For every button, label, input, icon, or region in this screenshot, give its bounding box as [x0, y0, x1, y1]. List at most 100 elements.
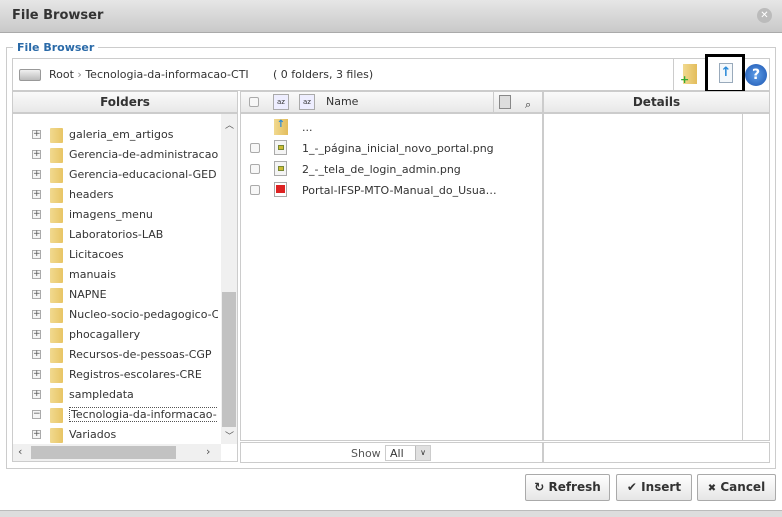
- folder-tree-item[interactable]: + Nucleo-socio-pedagogico-C: [13, 305, 218, 325]
- h-scrollbar-thumb[interactable]: [31, 446, 176, 459]
- scroll-down-icon[interactable]: ﹀: [225, 429, 234, 442]
- scroll-left-icon[interactable]: ‹: [18, 445, 22, 458]
- insert-label: Insert: [641, 480, 682, 494]
- insert-button[interactable]: ✔ Insert: [616, 474, 692, 501]
- folder-label: galeria_em_artigos: [69, 128, 174, 141]
- file-row[interactable]: 2_-_tela_de_login_admin.png: [241, 159, 541, 179]
- folder-tree-item[interactable]: + headers: [13, 185, 218, 205]
- expand-icon[interactable]: +: [32, 270, 41, 279]
- folder-icon: [50, 308, 63, 323]
- folder-icon: [50, 248, 63, 263]
- folder-label: headers: [69, 188, 114, 201]
- select-all-checkbox[interactable]: [249, 97, 259, 107]
- file-list: ↑ ... 1_-_página_inicial_novo_portal.png…: [240, 113, 543, 441]
- folder-tree-item[interactable]: + Licitacoes: [13, 245, 218, 265]
- new-folder-icon: +: [680, 64, 697, 86]
- tree-vertical-scrollbar[interactable]: ︿ ﹀: [221, 114, 237, 444]
- collapse-icon[interactable]: −: [32, 410, 41, 419]
- parent-folder-row[interactable]: ↑ ...: [241, 117, 541, 137]
- folder-tree-item[interactable]: + galeria_em_artigos: [13, 125, 218, 145]
- file-checkbox[interactable]: [250, 185, 260, 195]
- sort-name-icon[interactable]: az: [299, 94, 315, 110]
- folder-label: Laboratorios-LAB: [69, 228, 164, 241]
- details-header: Details: [543, 91, 770, 113]
- background-strip: [0, 510, 782, 517]
- expand-icon[interactable]: +: [32, 430, 41, 439]
- folder-tree-item[interactable]: + Recursos-de-pessoas-CGP: [13, 345, 218, 365]
- new-folder-button[interactable]: +: [673, 59, 705, 90]
- folder-icon: [50, 168, 63, 183]
- cancel-label: Cancel: [720, 480, 766, 494]
- expand-icon[interactable]: +: [32, 370, 41, 379]
- details-panel: [543, 113, 770, 441]
- scroll-up-icon[interactable]: ︿: [225, 118, 234, 131]
- folder-icon: [50, 408, 63, 423]
- folder-tree-item[interactable]: + Gerencia-de-administracao: [13, 145, 218, 165]
- file-row[interactable]: 1_-_página_inicial_novo_portal.png: [241, 138, 541, 158]
- folder-label: phocagallery: [69, 328, 141, 341]
- folder-icon: [50, 288, 63, 303]
- expand-icon[interactable]: +: [32, 210, 41, 219]
- expand-icon[interactable]: +: [32, 170, 41, 179]
- file-checkbox[interactable]: [250, 143, 260, 153]
- folder-tree-item[interactable]: + Gerencia-educacional-GED: [13, 165, 218, 185]
- expand-icon[interactable]: +: [32, 330, 41, 339]
- folder-label: imagens_menu: [69, 208, 153, 221]
- folder-tree-item[interactable]: + NAPNE: [13, 285, 218, 305]
- folder-tree-item[interactable]: + Laboratorios-LAB: [13, 225, 218, 245]
- close-icon[interactable]: ✕: [757, 8, 772, 23]
- upload-icon: ↑: [719, 63, 733, 83]
- folder-up-icon: ↑: [274, 119, 288, 135]
- folder-tree-item[interactable]: − Tecnologia-da-informacao-: [13, 405, 218, 425]
- name-column-header[interactable]: Name: [326, 92, 358, 112]
- breadcrumb-separator: ›: [77, 68, 82, 81]
- folder-tree-item[interactable]: + phocagallery: [13, 325, 218, 345]
- folder-tree-item[interactable]: + imagens_menu: [13, 205, 218, 225]
- show-select[interactable]: All ∨: [385, 445, 431, 461]
- folder-label: Recursos-de-pessoas-CGP: [69, 348, 212, 361]
- chevron-down-icon: ∨: [415, 446, 430, 460]
- folder-label: NAPNE: [69, 288, 107, 301]
- folder-icon: [50, 228, 63, 243]
- help-icon[interactable]: ?: [745, 64, 767, 86]
- scrollbar-thumb[interactable]: [222, 292, 236, 427]
- expand-icon[interactable]: +: [32, 190, 41, 199]
- file-checkbox[interactable]: [250, 164, 260, 174]
- refresh-label: Refresh: [548, 480, 601, 494]
- breadcrumb-current[interactable]: Tecnologia-da-informacao-CTI: [85, 68, 248, 81]
- breadcrumb: Root › Tecnologia-da-informacao-CTI: [49, 68, 249, 81]
- expand-icon[interactable]: +: [32, 150, 41, 159]
- details-footer: [543, 442, 770, 463]
- file-name: Portal-IFSP-MTO-Manual_do_Usua…: [302, 184, 497, 197]
- expand-icon[interactable]: +: [32, 350, 41, 359]
- sort-icon[interactable]: az: [273, 94, 289, 110]
- folder-tree-item[interactable]: + Registros-escolares-CRE: [13, 365, 218, 385]
- folder-tree: + galeria_em_artigos + Gerencia-de-administ…: [12, 113, 238, 462]
- folder-label: sampledata: [69, 388, 134, 401]
- expand-icon[interactable]: +: [32, 310, 41, 319]
- cancel-button[interactable]: ✖ Cancel: [697, 474, 776, 501]
- folder-icon: [50, 208, 63, 223]
- expand-icon[interactable]: +: [32, 250, 41, 259]
- upload-button[interactable]: ↑: [705, 54, 745, 93]
- scroll-right-icon[interactable]: ›: [206, 445, 210, 458]
- expand-icon[interactable]: +: [32, 130, 41, 139]
- search-binoculars-icon[interactable]: ⌕: [525, 95, 531, 115]
- check-icon: ✔: [626, 480, 637, 494]
- expand-icon[interactable]: +: [32, 390, 41, 399]
- file-list-footer: Show All ∨: [240, 442, 543, 463]
- folder-tree-item[interactable]: + Variados: [13, 425, 218, 445]
- drive-icon: [19, 69, 41, 81]
- expand-icon[interactable]: +: [32, 230, 41, 239]
- refresh-button[interactable]: ↻ Refresh: [525, 474, 610, 501]
- breadcrumb-root[interactable]: Root: [49, 68, 74, 81]
- show-label: Show: [351, 447, 381, 460]
- expand-icon[interactable]: +: [32, 290, 41, 299]
- dialog-title: File Browser: [12, 8, 104, 23]
- file-row[interactable]: Portal-IFSP-MTO-Manual_do_Usua…: [241, 180, 541, 200]
- folder-icon: [50, 148, 63, 163]
- tree-horizontal-scrollbar[interactable]: ‹ ›: [13, 444, 221, 461]
- folder-tree-item[interactable]: + manuais: [13, 265, 218, 285]
- list-view-icon[interactable]: [499, 95, 511, 109]
- folder-tree-item[interactable]: + sampledata: [13, 385, 218, 405]
